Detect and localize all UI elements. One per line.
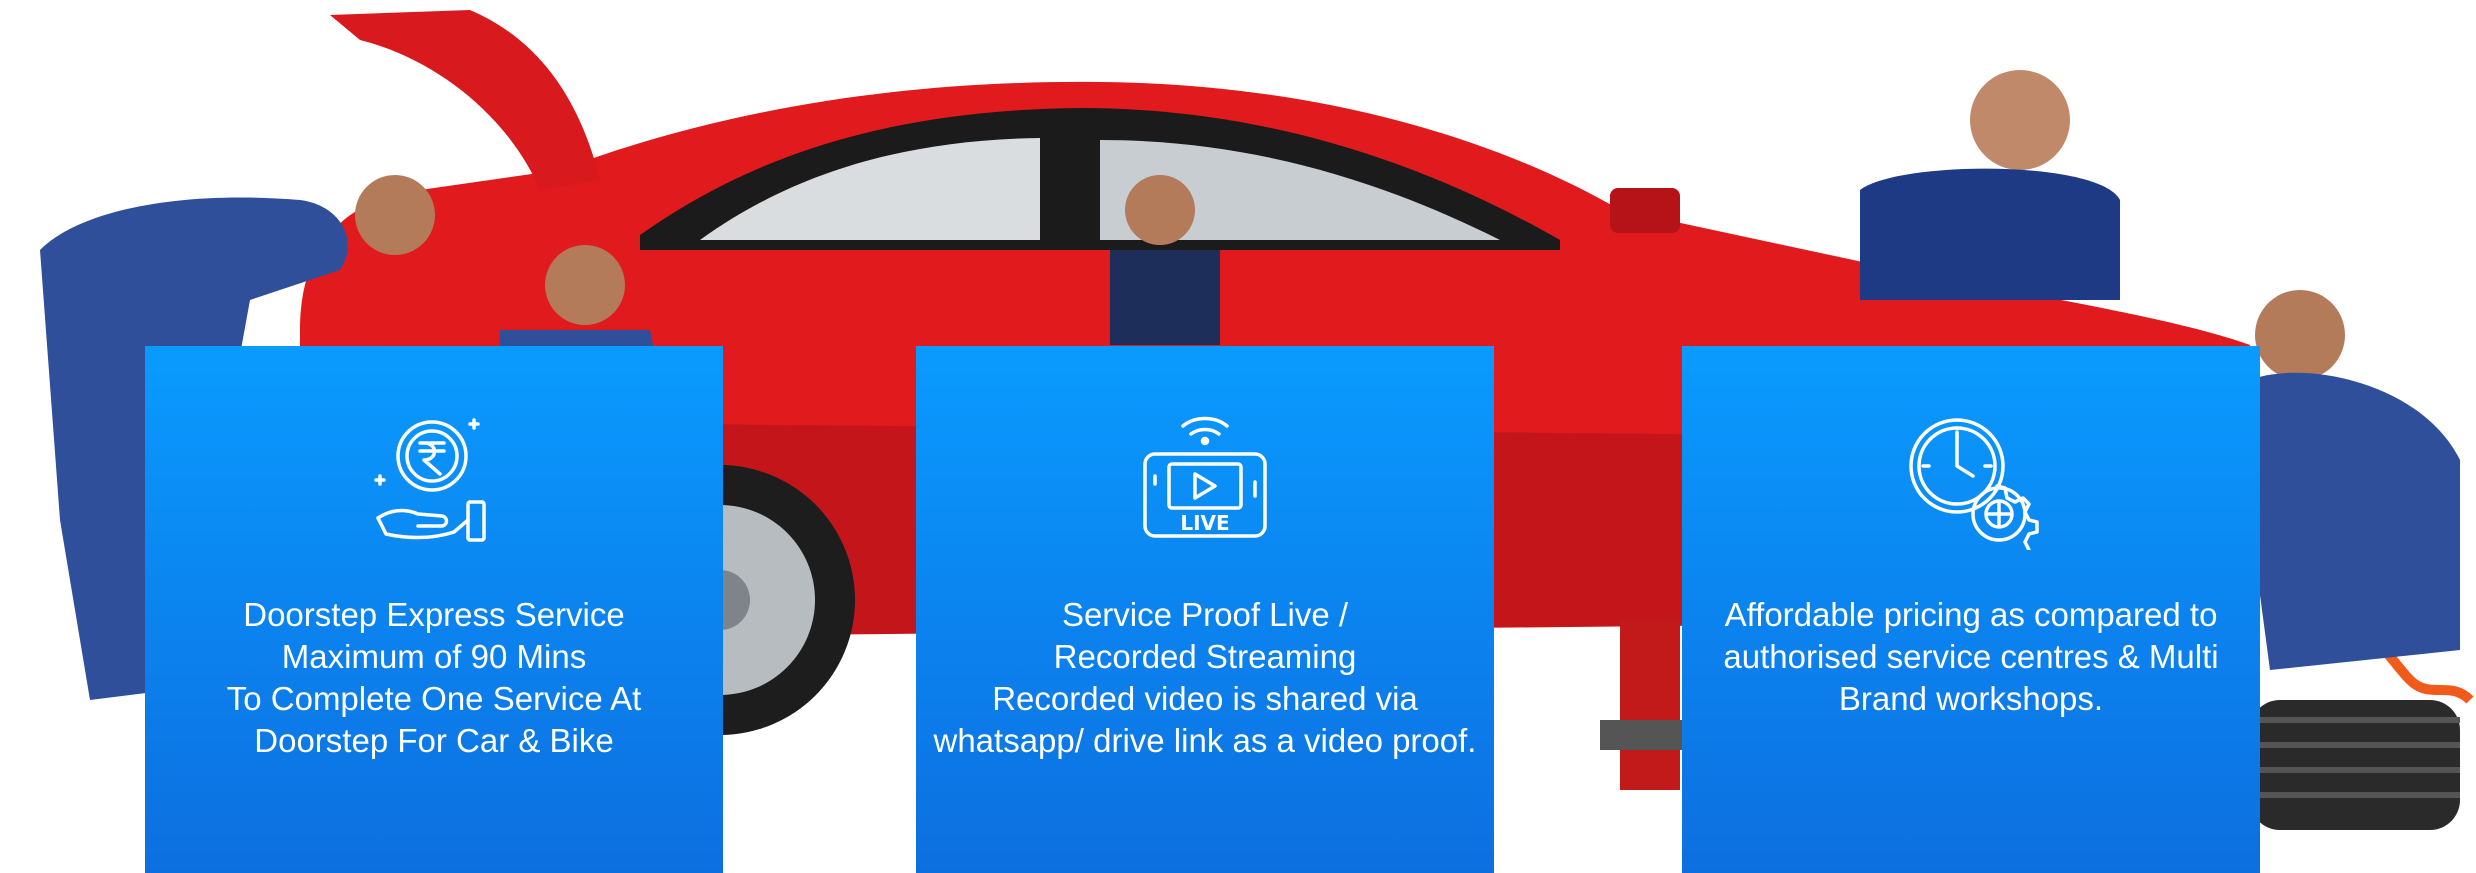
rupee-hand-icon [364, 410, 504, 550]
card-description: Service Proof Live / Recorded Streaming … [916, 594, 1494, 762]
card-line: Service Proof Live / [1061, 596, 1349, 633]
card-line: Recorded Streaming [1053, 638, 1357, 675]
feature-card-doorstep-service: Doorstep Express Service Maximum of 90 M… [145, 346, 723, 873]
card-line: Doorstep Express Service [243, 596, 625, 633]
card-line: Maximum of 90 Mins [281, 638, 587, 675]
card-line: Recorded video is shared via [992, 680, 1418, 717]
feature-card-affordable-pricing: Affordable pricing as compared to author… [1682, 346, 2260, 873]
live-stream-icon: LIVE [1135, 410, 1275, 550]
card-line: whatsapp/ drive link as a video proof. [933, 722, 1477, 759]
card-line: Brand workshops. [1838, 680, 2104, 717]
clock-gear-icon [1901, 410, 2041, 550]
card-line: Affordable pricing as compared to [1724, 596, 2218, 633]
card-description: Doorstep Express Service Maximum of 90 M… [145, 594, 723, 762]
feature-card-live-streaming: LIVE Service Proof Live / Recorded Strea… [916, 346, 1494, 873]
card-line: To Complete One Service At [226, 680, 642, 717]
card-description: Affordable pricing as compared to author… [1682, 594, 2260, 720]
hero-banner: Doorstep Express Service Maximum of 90 M… [0, 0, 2476, 873]
card-line: Doorstep For Car & Bike [254, 722, 614, 759]
card-line: authorised service centres & Multi [1723, 638, 2219, 675]
live-label: LIVE [1180, 511, 1229, 535]
